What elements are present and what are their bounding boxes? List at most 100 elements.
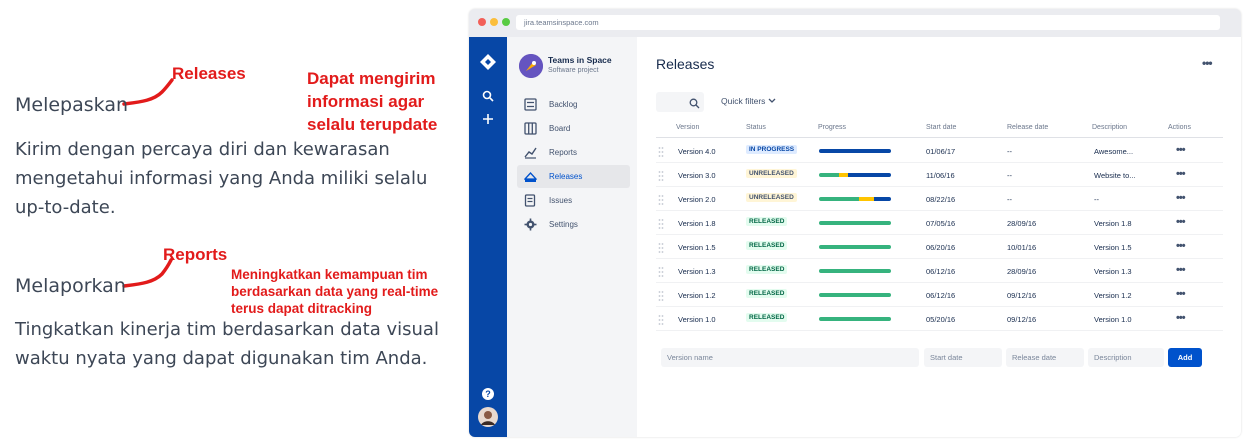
- progress-bar: [819, 149, 891, 153]
- version-name-link[interactable]: Version 1.0: [678, 315, 716, 324]
- sidebar-item-board[interactable]: Board: [517, 117, 630, 140]
- version-name-link[interactable]: Version 1.8: [678, 219, 716, 228]
- board-icon: [524, 122, 537, 135]
- progress-done-segment: [819, 221, 891, 225]
- description: Awesome...: [1094, 147, 1134, 156]
- column-header-progress[interactable]: Progress: [818, 124, 846, 131]
- drag-handle-icon[interactable]: [658, 193, 664, 205]
- sidebar-item-label: Issues: [549, 196, 573, 205]
- description-input[interactable]: Description: [1088, 348, 1164, 367]
- row-actions-button[interactable]: •••: [1176, 312, 1186, 324]
- table-row[interactable]: Version 4.0 IN PROGRESS 01/06/17 -- Awesome.…: [656, 139, 1223, 163]
- address-bar[interactable]: jira.teamsinspace.com: [516, 15, 1220, 30]
- status-badge: IN PROGRESS: [746, 145, 798, 154]
- table-row[interactable]: Version 1.5 RELEASED 06/20/16 10/01/16 Versi…: [656, 235, 1223, 259]
- progress-bar: [819, 317, 891, 321]
- row-actions-button[interactable]: •••: [1176, 192, 1186, 204]
- drag-handle-icon[interactable]: [658, 241, 664, 253]
- close-window-dot[interactable]: [478, 18, 486, 26]
- progress-bar: [819, 221, 891, 225]
- row-actions-button[interactable]: •••: [1176, 288, 1186, 300]
- minimize-window-dot[interactable]: [490, 18, 498, 26]
- row-actions-button[interactable]: •••: [1176, 168, 1186, 180]
- search-input[interactable]: [656, 92, 704, 112]
- version-name-link[interactable]: Version 1.2: [678, 291, 716, 300]
- releases-heading: Melepaskan: [15, 94, 129, 116]
- start-date-input[interactable]: Start date: [924, 348, 1002, 367]
- version-name-link[interactable]: Version 3.0: [678, 171, 716, 180]
- row-actions-button[interactable]: •••: [1176, 216, 1186, 228]
- progress-bar: [819, 173, 891, 177]
- releases-icon: [523, 170, 538, 183]
- progress-done-segment: [819, 293, 891, 297]
- maximize-window-dot[interactable]: [502, 18, 510, 26]
- status-badge: RELEASED: [746, 241, 788, 250]
- project-name[interactable]: Teams in Space: [548, 55, 612, 65]
- drag-handle-icon[interactable]: [658, 289, 664, 301]
- table-row[interactable]: Version 1.3 RELEASED 06/12/16 28/09/16 Versi…: [656, 259, 1223, 283]
- status-badge: UNRELEASED: [746, 169, 797, 178]
- progress-bar: [819, 293, 891, 297]
- version-name-link[interactable]: Version 2.0: [678, 195, 716, 204]
- release-date: 09/12/16: [1007, 291, 1037, 300]
- quick-filters-dropdown[interactable]: Quick filters: [721, 96, 776, 106]
- reports-side-note: Meningkatkan kemampuan tim berdasarkan d…: [231, 266, 438, 317]
- release-date-input[interactable]: Release date: [1006, 348, 1084, 367]
- start-date: 07/05/16: [926, 219, 956, 228]
- more-actions-button[interactable]: •••: [1202, 56, 1213, 70]
- column-header-status[interactable]: Status: [746, 124, 766, 131]
- side-note-line: berdasarkan data yang real-time: [231, 284, 439, 299]
- sidebar-item-releases[interactable]: Releases: [517, 165, 630, 188]
- column-header-description[interactable]: Description: [1092, 124, 1127, 131]
- sidebar-item-settings[interactable]: Settings: [517, 213, 630, 236]
- reports-description: Tingkatkan kinerja tim berdasarkan data …: [15, 315, 439, 373]
- releases-annotation: Releases: [172, 64, 246, 83]
- release-date: --: [1007, 195, 1012, 204]
- start-date: 06/12/16: [926, 267, 956, 276]
- table-row[interactable]: Version 1.8 RELEASED 07/05/16 28/09/16 Versi…: [656, 211, 1223, 235]
- search-icon[interactable]: [469, 89, 507, 107]
- issues-icon: [524, 194, 537, 207]
- drag-handle-icon[interactable]: [658, 169, 664, 181]
- description: Website to...: [1094, 171, 1136, 180]
- progress-todo-segment: [847, 173, 891, 177]
- drag-handle-icon[interactable]: [658, 145, 664, 157]
- column-header-release-date[interactable]: Release date: [1007, 124, 1048, 131]
- column-header-start-date[interactable]: Start date: [926, 124, 956, 131]
- version-name-input[interactable]: Version name: [661, 348, 919, 367]
- sidebar-item-reports[interactable]: Reports: [517, 141, 630, 164]
- add-version-button[interactable]: Add: [1168, 348, 1202, 367]
- version-name-link[interactable]: Version 1.3: [678, 267, 716, 276]
- project-avatar[interactable]: [519, 54, 543, 78]
- row-actions-button[interactable]: •••: [1176, 240, 1186, 252]
- table-row[interactable]: Version 2.0 UNRELEASED 08/22/16 -- -- •••: [656, 187, 1223, 211]
- table-row[interactable]: Version 3.0 UNRELEASED 11/06/16 -- Website t…: [656, 163, 1223, 187]
- start-date: 08/22/16: [926, 195, 956, 204]
- jira-logo-icon[interactable]: [469, 53, 507, 76]
- drag-handle-icon[interactable]: [658, 313, 664, 325]
- row-actions-button[interactable]: •••: [1176, 144, 1186, 156]
- drag-handle-icon[interactable]: [658, 217, 664, 229]
- version-name-link[interactable]: Version 1.5: [678, 243, 716, 252]
- sidebar-item-backlog[interactable]: Backlog: [517, 93, 630, 116]
- progress-bar: [819, 245, 891, 249]
- description: Version 1.5: [1094, 243, 1132, 252]
- table-row[interactable]: Version 1.2 RELEASED 06/12/16 09/12/16 Versi…: [656, 283, 1223, 307]
- progress-done-segment: [819, 269, 891, 273]
- column-header-version[interactable]: Version: [676, 124, 699, 131]
- table-row[interactable]: Version 1.0 RELEASED 05/20/16 09/12/16 Versi…: [656, 307, 1223, 331]
- status-badge: RELEASED: [746, 217, 788, 226]
- progress-in-progress-segment: [858, 197, 875, 201]
- progress-done-segment: [819, 317, 891, 321]
- jira-app: ? Teams in Space Software project Backlo…: [469, 37, 1241, 437]
- user-avatar[interactable]: [469, 407, 507, 432]
- help-icon[interactable]: ?: [469, 387, 507, 405]
- sidebar-item-issues[interactable]: Issues: [517, 189, 630, 212]
- row-actions-button[interactable]: •••: [1176, 264, 1186, 276]
- drag-handle-icon[interactable]: [658, 265, 664, 277]
- page-title: Releases: [656, 56, 715, 72]
- release-date: --: [1007, 171, 1012, 180]
- plus-icon[interactable]: [469, 112, 507, 130]
- column-header-actions: Actions: [1168, 124, 1191, 131]
- version-name-link[interactable]: Version 4.0: [678, 147, 716, 156]
